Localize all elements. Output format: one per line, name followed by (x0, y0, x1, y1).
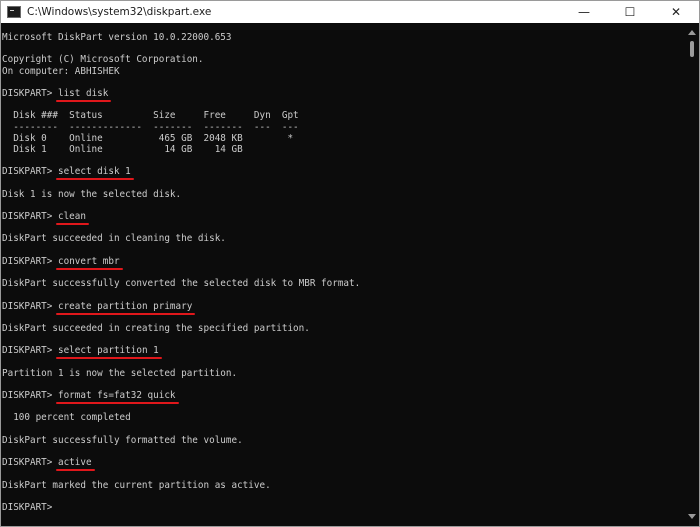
command-line: DISKPART> select partition 1 (2, 345, 360, 356)
command-text: list disk (57, 87, 109, 99)
command-text: select disk 1 (57, 166, 131, 178)
output-line: DiskPart successfully formatted the volu… (2, 434, 243, 446)
command-line: DISKPART> select disk 1 (2, 166, 360, 177)
prompt-text: DISKPART> (2, 501, 58, 513)
output-line: Disk 0 Online 465 GB 2048 KB * (2, 132, 294, 144)
command-text: format fs=fat32 quick (57, 390, 176, 401)
console-lines: Microsoft DiskPart version 10.0.22000.65… (2, 32, 360, 513)
prompt-text: DISKPART> (2, 300, 58, 312)
output-line: On computer: ABHISHEK (2, 65, 120, 77)
scroll-up-arrow-icon[interactable] (688, 30, 696, 35)
scrollbar-thumb[interactable] (690, 41, 694, 57)
window-controls: — ☐ ✕ (561, 1, 699, 23)
output-line: Microsoft DiskPart version 10.0.22000.65… (2, 32, 232, 43)
vertical-scrollbar[interactable] (686, 23, 698, 526)
prompt-text: DISKPART> (2, 390, 58, 401)
prompt-text: DISKPART> (2, 255, 58, 267)
command-text: convert mbr (57, 255, 120, 267)
command-text: clean (57, 211, 86, 222)
command-line: DISKPART> list disk (2, 88, 360, 99)
output-line: Disk 1 is now the selected disk. (2, 188, 182, 200)
prompt-text: DISKPART> (2, 211, 58, 222)
window-title: C:\Windows\system32\diskpart.exe (27, 6, 212, 18)
command-text: select partition 1 (57, 345, 159, 357)
command-text: create partition primary (57, 300, 193, 312)
output-line: Copyright (C) Microsoft Corporation. (2, 54, 204, 66)
command-line: DISKPART> convert mbr (2, 256, 360, 267)
output-line: Partition 1 is now the selected partitio… (2, 367, 238, 379)
command-line: DISKPART> active (2, 457, 360, 468)
console-app-icon (7, 6, 21, 18)
title-bar[interactable]: C:\Windows\system32\diskpart.exe — ☐ ✕ (1, 1, 699, 23)
scroll-down-arrow-icon[interactable] (688, 514, 696, 519)
command-line: DISKPART> clean (2, 211, 360, 222)
command-text: active (57, 457, 92, 469)
output-line: -------- ------------- ------- ------- -… (2, 121, 299, 133)
console-output[interactable]: Microsoft DiskPart version 10.0.22000.65… (1, 23, 687, 526)
output-line: Disk ### Status Size Free Dyn Gpt (2, 110, 299, 122)
command-line: DISKPART> create partition primary (2, 301, 360, 312)
command-line: DISKPART> (2, 502, 360, 513)
output-line: DiskPart successfully converted the sele… (2, 278, 361, 290)
command-line: DISKPART> format fs=fat32 quick (2, 390, 360, 401)
prompt-text: DISKPART> (2, 457, 58, 469)
output-line: Disk 1 Online 14 GB 14 GB (2, 143, 243, 155)
output-line: 100 percent completed (2, 412, 131, 424)
output-line: DiskPart succeeded in cleaning the disk. (2, 233, 226, 245)
prompt-text: DISKPART> (2, 87, 58, 99)
maximize-button[interactable]: ☐ (607, 1, 653, 23)
close-button[interactable]: ✕ (653, 1, 699, 23)
diskpart-window: C:\Windows\system32\diskpart.exe — ☐ ✕ M… (0, 0, 700, 527)
output-line: DiskPart marked the current partition as… (2, 479, 271, 491)
minimize-button[interactable]: — (561, 1, 607, 23)
output-line: DiskPart succeeded in creating the speci… (2, 322, 310, 334)
prompt-text: DISKPART> (2, 345, 58, 357)
prompt-text: DISKPART> (2, 166, 58, 178)
